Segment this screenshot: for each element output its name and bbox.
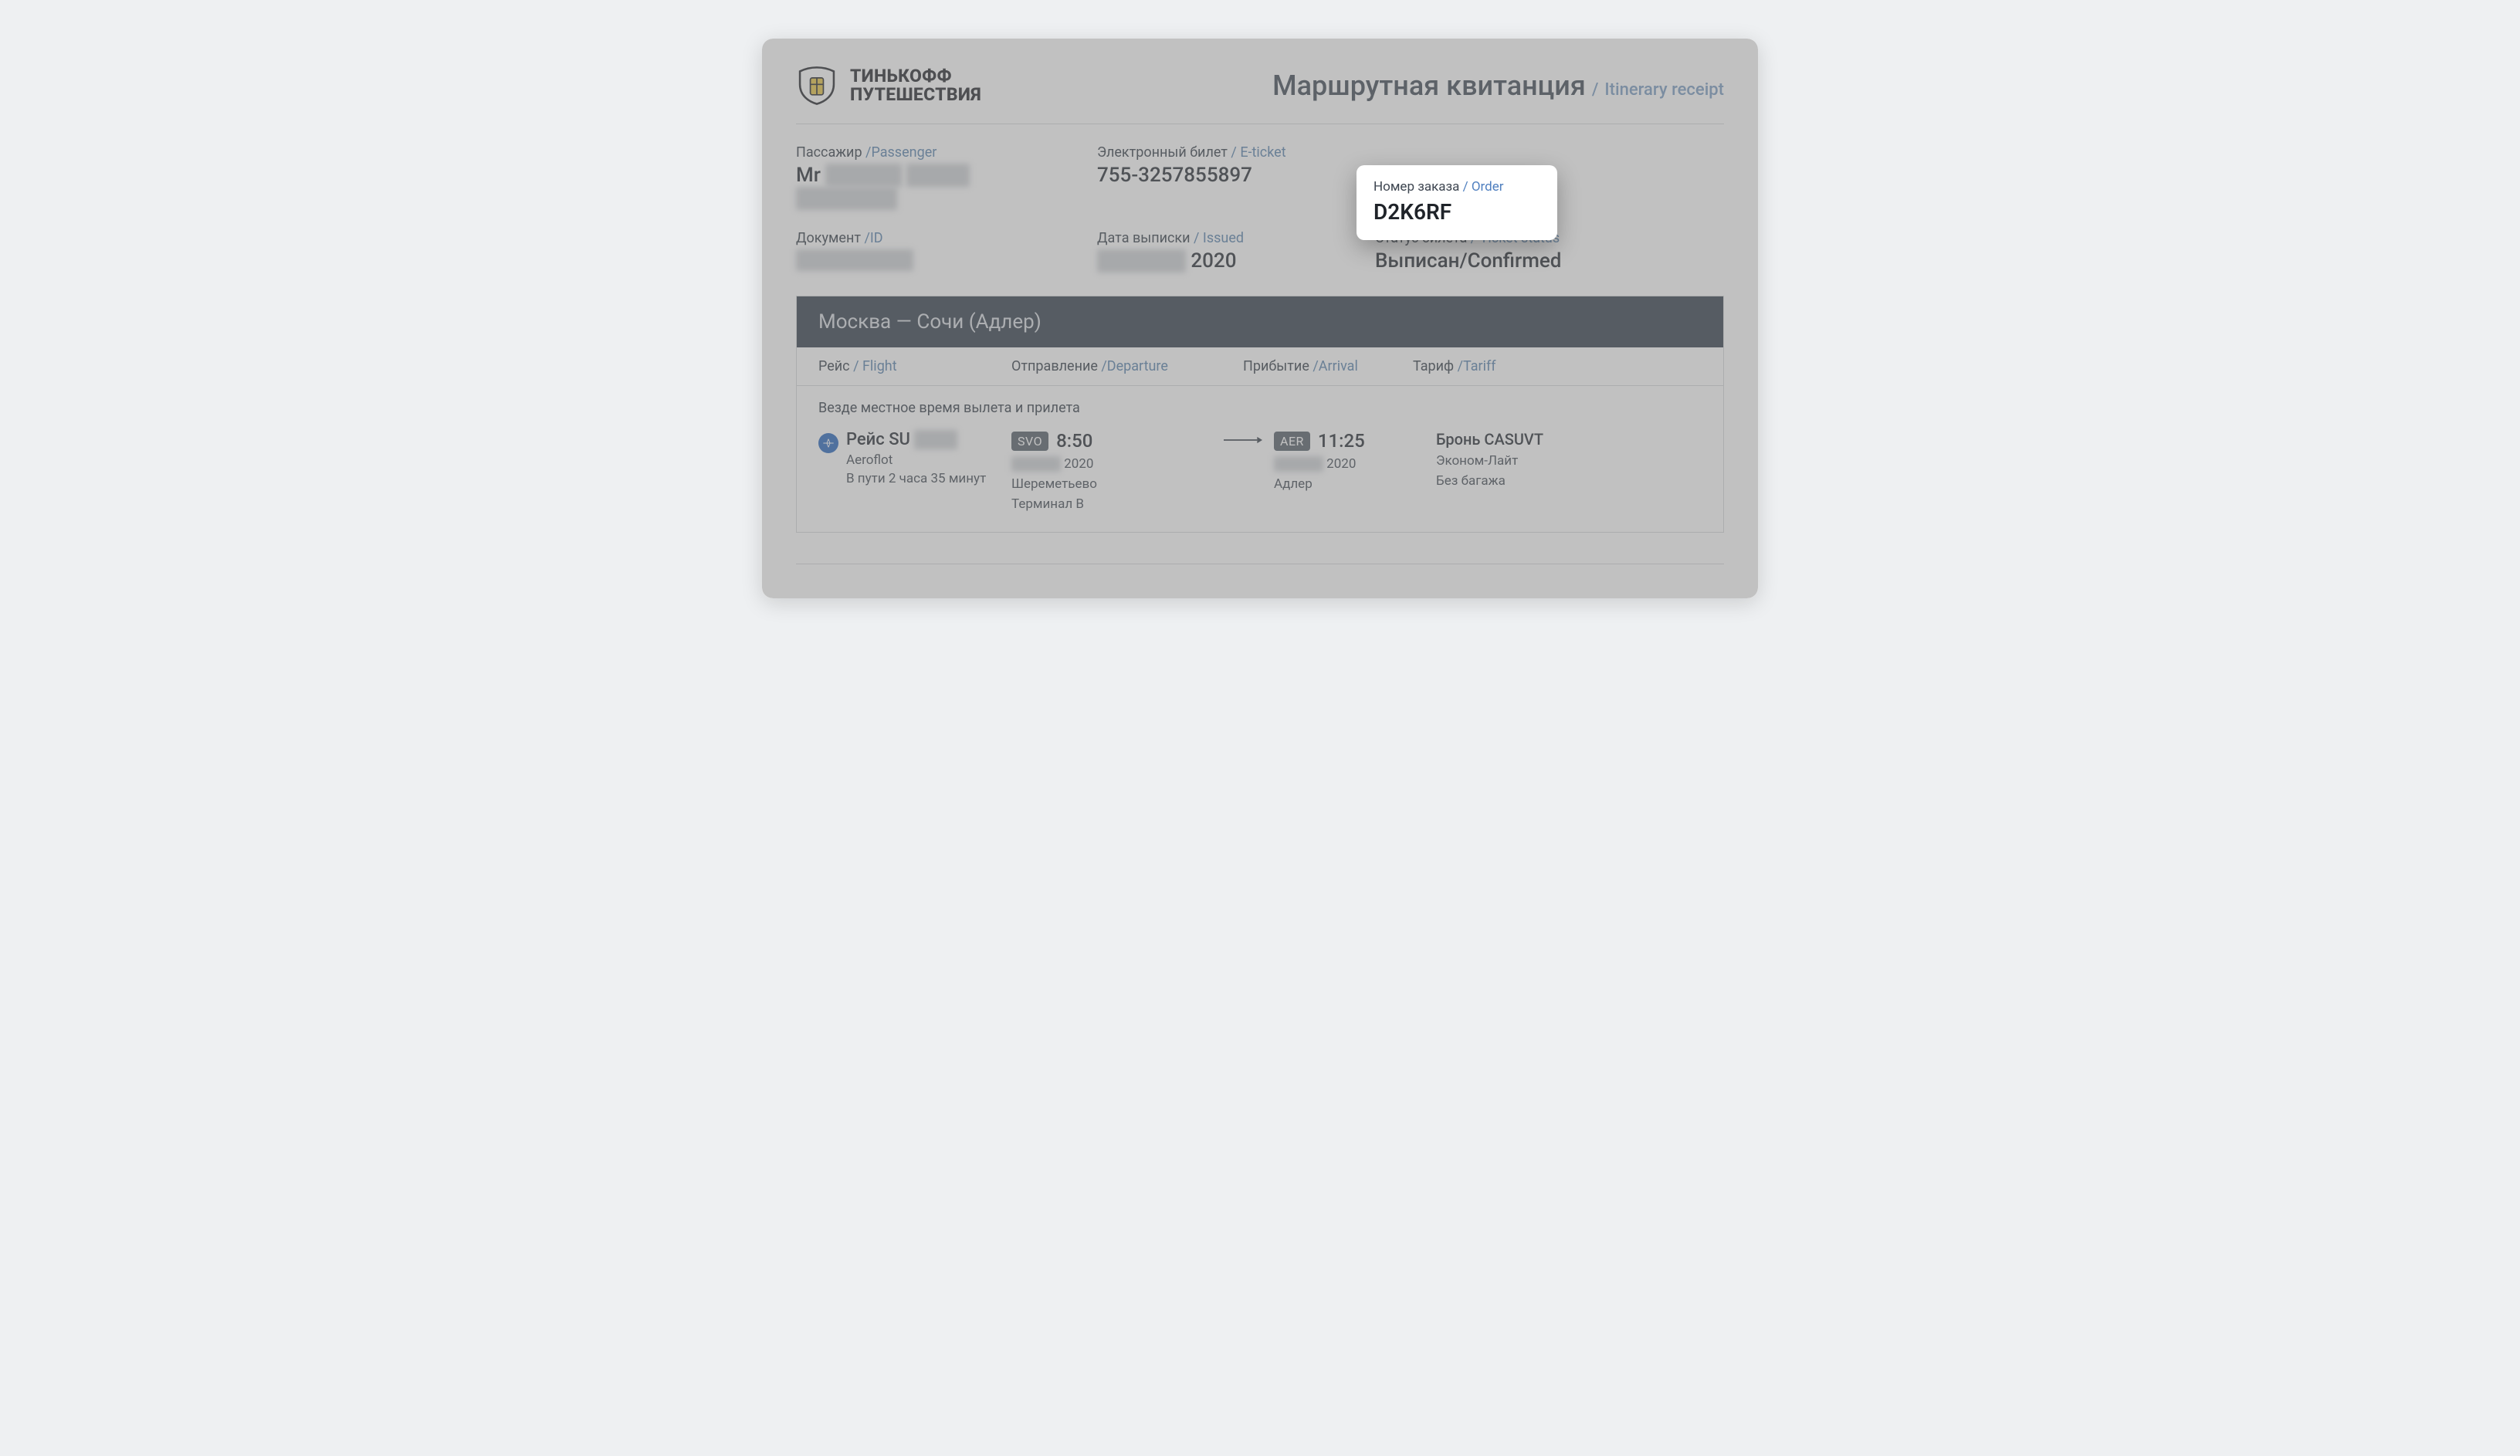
- airline-name: Aeroflot: [846, 452, 986, 468]
- flight-row: Рейс SU XXXX Aeroflot В пути 2 часа 35 м…: [818, 430, 1702, 512]
- flight-name: Рейс SU XXXX Aeroflot В пути 2 часа 35 м…: [818, 430, 1011, 486]
- flight-number: Рейс SU XXXX: [846, 430, 986, 449]
- route-body: Везде местное время вылета и прилета Рей…: [797, 386, 1723, 532]
- document-title-ru: Маршрутная квитанция: [1272, 69, 1586, 102]
- itinerary-sheet: ТИНЬКОФФ ПУТЕШЕСТВИЯ Маршрутная квитанци…: [762, 39, 1758, 598]
- arr-airport: Адлер: [1274, 476, 1436, 492]
- redacted: XXXXXX: [1274, 456, 1323, 472]
- issued-label-en: Issued: [1203, 230, 1244, 246]
- redacted: XXXXXXX: [1097, 249, 1186, 273]
- route-block: Москва — Сочи (Адлер) Рейс / Flight Отпр…: [796, 296, 1724, 533]
- passenger-salutation: Mr: [796, 164, 821, 187]
- dep-terminal: Терминал B: [1011, 496, 1212, 512]
- brand: ТИНЬКОФФ ПУТЕШЕСТВИЯ: [796, 65, 981, 107]
- route-title: Москва — Сочи (Адлер): [797, 296, 1723, 347]
- departure-col: SVO 8:50 XXXXXX 2020 Шереметьево Термина…: [1011, 430, 1212, 512]
- fare-class: Эконом-Лайт: [1436, 453, 1702, 469]
- header: ТИНЬКОФФ ПУТЕШЕСТВИЯ Маршрутная квитанци…: [796, 65, 1724, 124]
- redacted: XXXXXX: [1011, 456, 1061, 472]
- arr-date: XXXXXX 2020: [1274, 456, 1436, 472]
- route-columns: Рейс / Flight Отправление /Departure При…: [797, 347, 1723, 386]
- arrow-icon: [1212, 430, 1274, 445]
- info-grid: Пассажир /Passenger Mr XXXXXX XXXXX XXXX…: [796, 144, 1724, 273]
- col-flight: Рейс / Flight: [818, 358, 1011, 374]
- redacted: XXXXXXXX: [796, 187, 897, 210]
- slash: /: [1592, 80, 1599, 100]
- passenger-label-en: Passenger: [871, 144, 937, 161]
- arrival-col: AER 11:25 XXXXXX 2020 Адлер: [1274, 430, 1436, 492]
- arr-time: 11:25: [1318, 430, 1365, 452]
- issued-label-ru: Дата выписки: [1097, 230, 1191, 246]
- tariff-col: Бронь CASUVT Эконом-Лайт Без багажа: [1436, 430, 1702, 489]
- redacted: XXXX: [914, 430, 957, 449]
- redacted: XXXXXXXXXX: [796, 249, 913, 271]
- eticket-label-en: E-ticket: [1240, 144, 1285, 161]
- timezone-note: Везде местное время вылета и прилета: [818, 400, 1702, 416]
- redacted: XXXXXX: [825, 164, 902, 187]
- field-eticket: Электронный билет / E-ticket 755-3257855…: [1097, 144, 1367, 210]
- document-title: Маршрутная квитанция / Itinerary receipt: [1272, 69, 1724, 102]
- dep-date: XXXXXX 2020: [1011, 456, 1212, 472]
- flight-duration: В пути 2 часа 35 минут: [846, 471, 986, 486]
- brand-line2: ПУТЕШЕСТВИЯ: [850, 86, 981, 104]
- issued-value: XXXXXXX 2020: [1097, 249, 1367, 273]
- document-label-en: ID: [870, 230, 883, 246]
- field-passenger: Пассажир /Passenger Mr XXXXXX XXXXX XXXX…: [796, 144, 1089, 210]
- col-arrival: Прибытие /Arrival: [1243, 358, 1413, 374]
- brand-name: ТИНЬКОФФ ПУТЕШЕСТВИЯ: [850, 67, 981, 104]
- aeroflot-icon: [818, 433, 838, 453]
- order-number-highlight: Номер заказа / Order D2K6RF: [1357, 165, 1557, 240]
- arr-airport-code: AER: [1274, 432, 1310, 451]
- order-value: D2K6RF: [1373, 199, 1540, 225]
- dep-time: 8:50: [1056, 430, 1092, 452]
- dep-airport-code: SVO: [1011, 432, 1048, 451]
- dep-airport: Шереметьево: [1011, 476, 1212, 492]
- passenger-value: Mr XXXXXX XXXXX XXXXXXXX: [796, 164, 1089, 210]
- tinkoff-shield-icon: [796, 65, 838, 107]
- order-label-en: Order: [1472, 179, 1504, 195]
- order-label-ru: Номер заказа: [1373, 179, 1459, 195]
- field-document: Документ /ID XXXXXXXXXX: [796, 230, 1089, 273]
- eticket-value: 755-3257855897: [1097, 164, 1367, 187]
- brand-line1: ТИНЬКОФФ: [850, 67, 981, 86]
- field-issued: Дата выписки / Issued XXXXXXX 2020: [1097, 230, 1367, 273]
- passenger-label-ru: Пассажир: [796, 144, 862, 161]
- redacted: XXXXX: [906, 164, 970, 187]
- document-title-en: Itinerary receipt: [1604, 80, 1724, 100]
- col-departure: Отправление /Departure: [1011, 358, 1243, 374]
- eticket-label-ru: Электронный билет: [1097, 144, 1228, 161]
- baggage: Без багажа: [1436, 473, 1702, 489]
- issued-year: 2020: [1191, 249, 1236, 273]
- status-value: Выписан/Confirmed: [1375, 249, 1724, 273]
- document-label-ru: Документ: [796, 230, 861, 246]
- document-value: XXXXXXXXXX: [796, 249, 1089, 271]
- document-stage: ТИНЬКОФФ ПУТЕШЕСТВИЯ Маршрутная квитанци…: [762, 39, 1758, 598]
- col-tariff: Тариф /Tariff: [1413, 358, 1702, 374]
- booking-ref: Бронь CASUVT: [1436, 430, 1702, 449]
